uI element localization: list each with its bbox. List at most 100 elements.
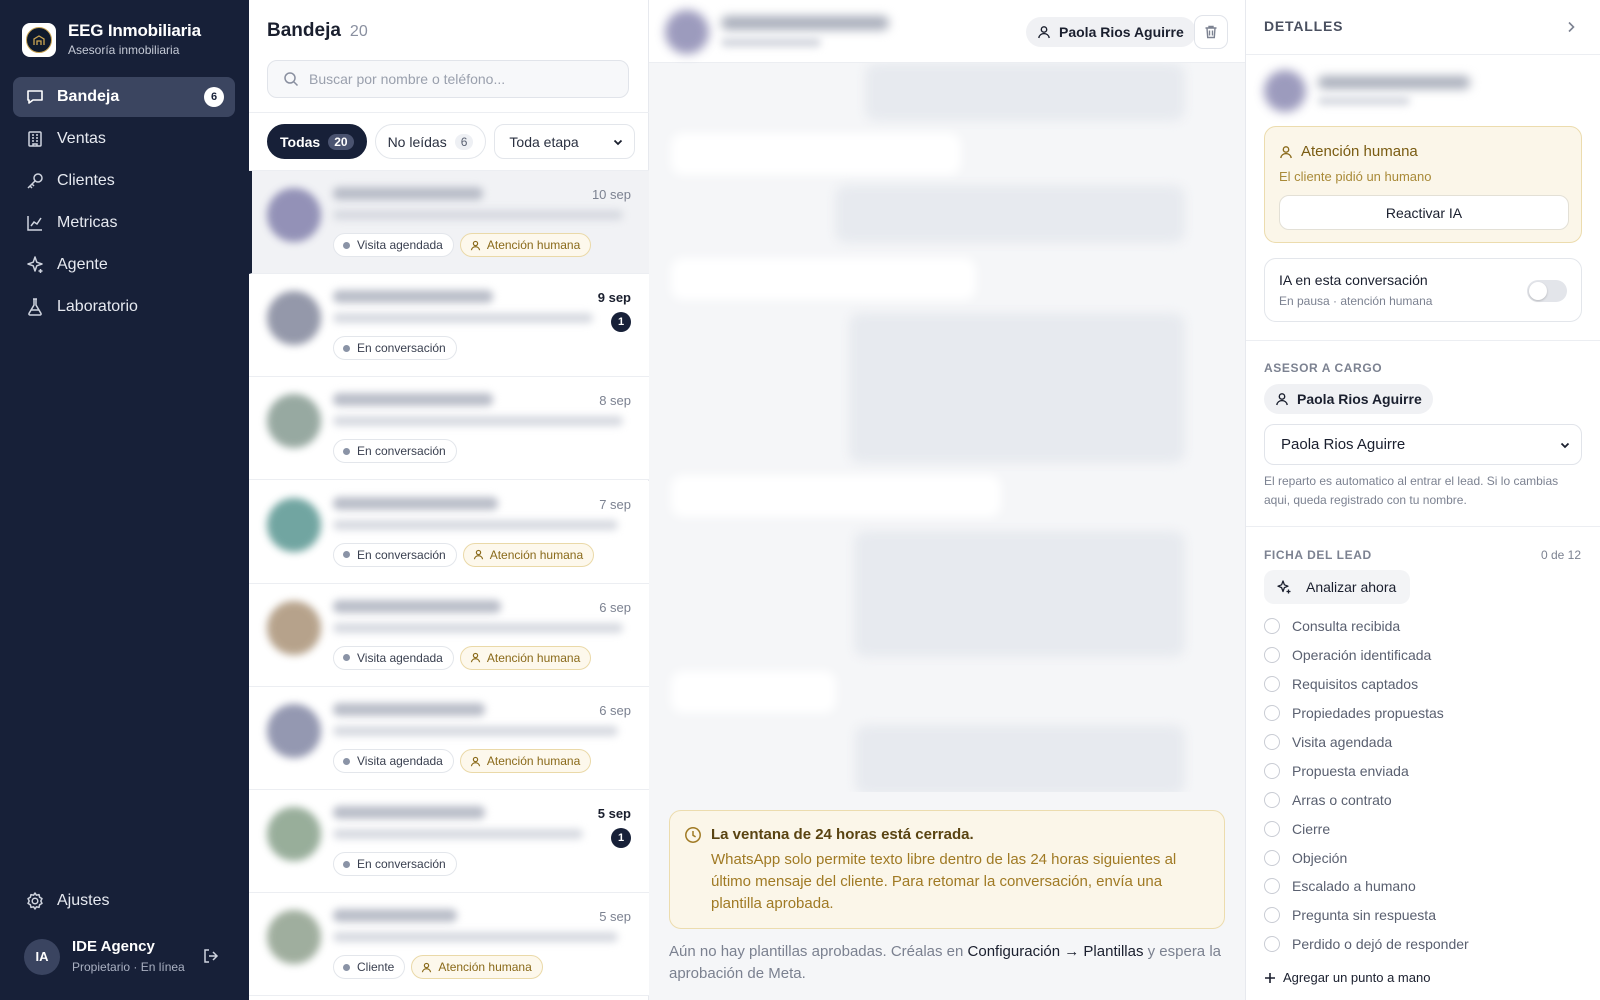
checkbox-circle[interactable] [1264,762,1280,779]
conversation-row[interactable]: 10 sep Visita agendada Atención humana [249,171,649,274]
user-name: IDE Agency [72,938,155,955]
checklist-item[interactable]: Propuesta enviada [1264,756,1469,785]
tag-label: Atención humana [486,238,581,252]
nav-label: Metricas [57,214,118,231]
checkbox-circle[interactable] [1264,878,1280,895]
checkbox-circle[interactable] [1264,849,1280,866]
checkbox-circle[interactable] [1264,936,1280,953]
checklist-label: Propiedades propuestas [1292,705,1444,722]
stage-tag: Visita agendada [333,645,454,670]
add-point-button[interactable]: Agregar un punto a mano [1264,970,1430,985]
conversation-row[interactable]: 6 sep Visita agendada Atención humana [249,687,649,790]
message-thread [649,63,1245,792]
status-dot [343,654,350,662]
ai-toggle-switch[interactable] [1527,280,1567,302]
checkbox-circle[interactable] [1264,618,1280,635]
status-dot [343,241,350,249]
conversation-date: 7 sep [599,496,631,512]
contact-name-blurred [721,16,889,30]
ai-toggle-title: IA en esta conversación [1279,272,1428,288]
assignee-chip[interactable]: Paola Rios Aguirre [1026,17,1196,47]
stage-tag: En conversación [333,542,457,567]
checklist-label: Requisitos captados [1292,676,1419,693]
conversation-row[interactable]: 6 sep Visita agendada Atención humana [249,583,649,687]
tag-label: Atención humana [489,547,584,562]
checkbox-circle[interactable] [1264,907,1280,924]
tag-label: Atención humana [486,754,581,768]
nav-item-ventas[interactable]: Ventas [13,119,235,159]
templates-settings-link[interactable]: Configuración → Plantillas [968,943,1144,960]
stage-tag: En conversación [333,852,457,877]
contact-avatar [1264,70,1306,112]
filter-count: 6 [454,133,474,150]
conversation-row[interactable]: 5 sep Cliente Atención humana [249,893,649,997]
sparkle-icon [1276,579,1306,595]
human-attention-tag: Atención humana [411,955,543,980]
checklist-label: Perdido o dejó de responder [1292,936,1469,953]
sidebar: EEG Inmobiliaria Asesoría inmobiliaria B… [0,0,249,1000]
nav-item-bandeja[interactable]: Bandeja 6 [13,77,235,117]
checklist-item[interactable]: Arras o contrato [1264,785,1469,814]
tag-label: Cliente [357,960,395,975]
stage-select[interactable]: Toda etapa [494,124,636,159]
logout-icon[interactable] [202,947,220,965]
nav-item-laboratorio[interactable]: Laboratorio [13,287,235,327]
contact-avatar [267,600,321,655]
conversation-tags: Visita agendada Atención humana [333,233,597,257]
checkbox-circle[interactable] [1264,791,1280,808]
message-outgoing [854,531,1185,657]
checklist-label: Escalado a humano [1292,878,1416,895]
checkbox-circle[interactable] [1264,705,1280,722]
checklist-item[interactable]: Escalado a humano [1264,872,1469,901]
checklist-item[interactable]: Consulta recibida [1264,612,1469,641]
nav-item-clientes[interactable]: Clientes [13,161,235,201]
nav-label: Laboratorio [57,298,138,315]
checkbox-circle[interactable] [1264,734,1280,750]
conversation-row[interactable]: 8 sep En conversación [249,377,649,481]
chevron-right-icon[interactable] [1564,20,1578,34]
lead-sheet-progress: 0 de 12 [1540,548,1581,562]
conversation-row[interactable]: 7 sep En conversación Atención humana [249,480,649,584]
lead-checklist: Consulta recibida Operación identificada R… [1264,612,1469,959]
checklist-item[interactable]: Visita agendada [1264,728,1469,757]
advisor-note: El reparto es automatico al entrar el le… [1264,474,1559,507]
nav-item-agente[interactable]: Agente [13,245,235,285]
checklist-item[interactable]: Objeción [1264,843,1469,872]
delete-button[interactable] [1194,15,1228,49]
filter-no-leidas[interactable]: No leídas 6 [374,124,487,159]
human-attention-tag: Atención humana [459,749,592,773]
inbox-title: Bandeja [267,20,341,41]
checkbox-circle[interactable] [1264,676,1280,693]
trash-icon [1203,24,1219,40]
checklist-item[interactable]: Requisitos captados [1264,670,1469,699]
human-attention-tag: Atención humana [459,645,592,670]
search-input[interactable]: Buscar por nombre o teléfono... [267,60,629,98]
message-outgoing [855,725,1185,792]
human-attention-card: Atención humana El cliente pidió un huma… [1264,126,1582,243]
contact-phone-blurred [1318,97,1410,105]
conversation-row[interactable]: 5 sep 1 En conversación [249,790,649,894]
checklist-item[interactable]: Perdido o dejó de responder [1264,930,1469,959]
checklist-item[interactable]: Pregunta sin respuesta [1264,901,1469,930]
nav-item-ajustes[interactable]: Ajustes [25,891,109,911]
analyze-now-button[interactable]: Analizar ahora [1264,570,1411,604]
conversation-date: 5 sep [599,909,631,925]
checklist-item[interactable]: Operación identificada [1264,641,1469,670]
advisor-select-value: Paola Rios Aguirre [1281,436,1406,453]
advisor-select[interactable]: Paola Rios Aguirre [1264,424,1582,465]
checkbox-circle[interactable] [1264,647,1280,664]
message-preview-blurred [333,313,593,324]
checkbox-circle[interactable] [1264,820,1280,837]
checklist-item[interactable]: Propiedades propuestas [1264,699,1469,728]
filter-todas[interactable]: Todas 20 [267,124,367,159]
contact-avatar [267,704,321,758]
nav-item-metricas[interactable]: Metricas [13,203,235,243]
brand[interactable]: EEG Inmobiliaria Asesoría inmobiliaria [22,21,201,58]
conversation-row[interactable]: 9 sep 1 En conversación [249,274,649,378]
reactivate-ai-button[interactable]: Reactivar IA [1279,195,1569,230]
checklist-item[interactable]: Cierre [1264,814,1469,843]
user-icon [1037,25,1059,39]
contact-avatar [665,10,709,54]
conversation-date: 6 sep [599,703,631,718]
user-profile[interactable]: IA IDE Agency Propietario · En línea [24,938,185,975]
